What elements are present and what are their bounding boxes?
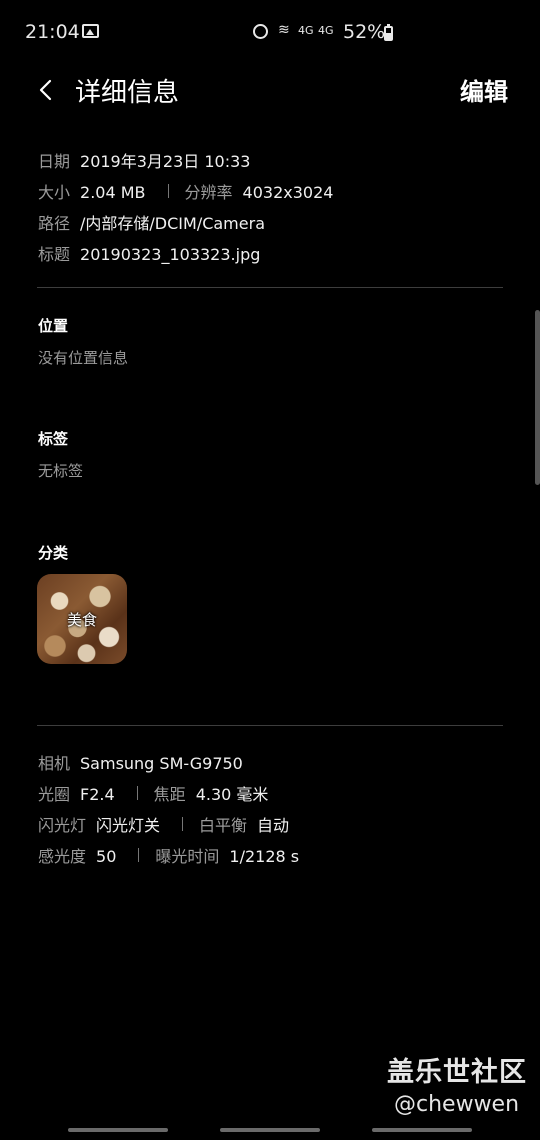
resolution-label: 分辨率	[184, 183, 233, 202]
back-arrow-icon[interactable]	[35, 78, 59, 102]
wifi-icon: ≋	[278, 22, 290, 38]
flash-label: 闪光灯	[38, 816, 87, 835]
watermark-handle: @chewwen	[394, 1092, 520, 1117]
flash-row: 闪光灯 闪光灯关 白平衡 自动	[38, 812, 289, 836]
filename-value: 20190323_103323.jpg	[80, 245, 261, 264]
camera-row: 相机 Samsung SM-G9750	[38, 750, 243, 774]
aperture-value: F2.4	[80, 785, 115, 804]
nav-bar-home[interactable]	[220, 1128, 320, 1132]
aperture-row: 光圈 F2.4 焦距 4.30 毫米	[38, 781, 268, 805]
nav-bar-left[interactable]	[68, 1128, 168, 1132]
exposure-label: 曝光时间	[155, 847, 220, 866]
path-label: 路径	[38, 214, 71, 233]
edit-button[interactable]: 编辑	[460, 72, 508, 107]
focal-length-label: 焦距	[153, 785, 186, 804]
nav-bar-right[interactable]	[372, 1128, 472, 1132]
size-value: 2.04 MB	[80, 183, 146, 202]
exposure-value: 1/2128 s	[229, 847, 300, 866]
iso-value: 50	[96, 847, 117, 866]
date-value: 2019年3月23日 10:33	[80, 152, 251, 171]
category-title: 分类	[38, 544, 69, 562]
category-food-thumbnail[interactable]: 美食	[37, 574, 127, 664]
separator	[138, 848, 140, 862]
date-label: 日期	[38, 152, 71, 171]
iso-row: 感光度 50 曝光时间 1/2128 s	[38, 843, 299, 867]
camera-value: Samsung SM-G9750	[80, 754, 243, 773]
white-balance-label: 白平衡	[199, 816, 248, 835]
watermark-title: 盖乐世社区	[387, 1057, 527, 1088]
aperture-label: 光圈	[38, 785, 71, 804]
path-row: 路径/内部存储/DCIM/Camera	[38, 210, 265, 234]
separator	[182, 817, 184, 831]
flash-value: 闪光灯关	[96, 816, 161, 835]
gallery-notification-icon	[82, 24, 99, 38]
status-time: 21:04	[25, 21, 80, 43]
separator	[136, 786, 138, 800]
filename-row: 标题 20190323_103323.jpg	[38, 241, 260, 265]
location-value[interactable]: 没有位置信息	[38, 347, 128, 368]
divider	[37, 287, 503, 288]
resolution-value: 4032x3024	[242, 183, 334, 202]
separator	[167, 184, 169, 198]
scrollbar[interactable]	[535, 310, 540, 485]
status-bar: 21:04 ≋ 4G 4G 52%	[0, 0, 540, 66]
page-title: 详细信息	[75, 78, 180, 108]
size-label: 大小	[38, 183, 71, 202]
iso-label: 感光度	[38, 847, 87, 866]
signal-4g-icon-2: 4G	[318, 24, 334, 37]
app-header: 详细信息 编辑	[0, 66, 540, 116]
signal-4g-icon: 4G	[298, 24, 314, 37]
battery-icon	[384, 24, 393, 41]
battery-percent: 52%	[343, 21, 386, 43]
camera-label: 相机	[38, 754, 71, 773]
tags-value[interactable]: 无标签	[38, 460, 83, 481]
location-title: 位置	[38, 317, 69, 335]
alarm-icon	[253, 24, 268, 39]
path-value: /内部存储/DCIM/Camera	[80, 214, 265, 233]
white-balance-value: 自动	[257, 816, 290, 835]
size-row: 大小 2.04 MB 分辨率 4032x3024	[38, 179, 333, 203]
category-label: 美食	[66, 611, 97, 629]
date-row: 日期 2019年3月23日 10:33	[38, 148, 250, 172]
tags-title: 标签	[38, 430, 69, 448]
focal-length-value: 4.30 毫米	[195, 785, 269, 804]
divider	[37, 725, 503, 726]
filename-label: 标题	[38, 245, 71, 264]
